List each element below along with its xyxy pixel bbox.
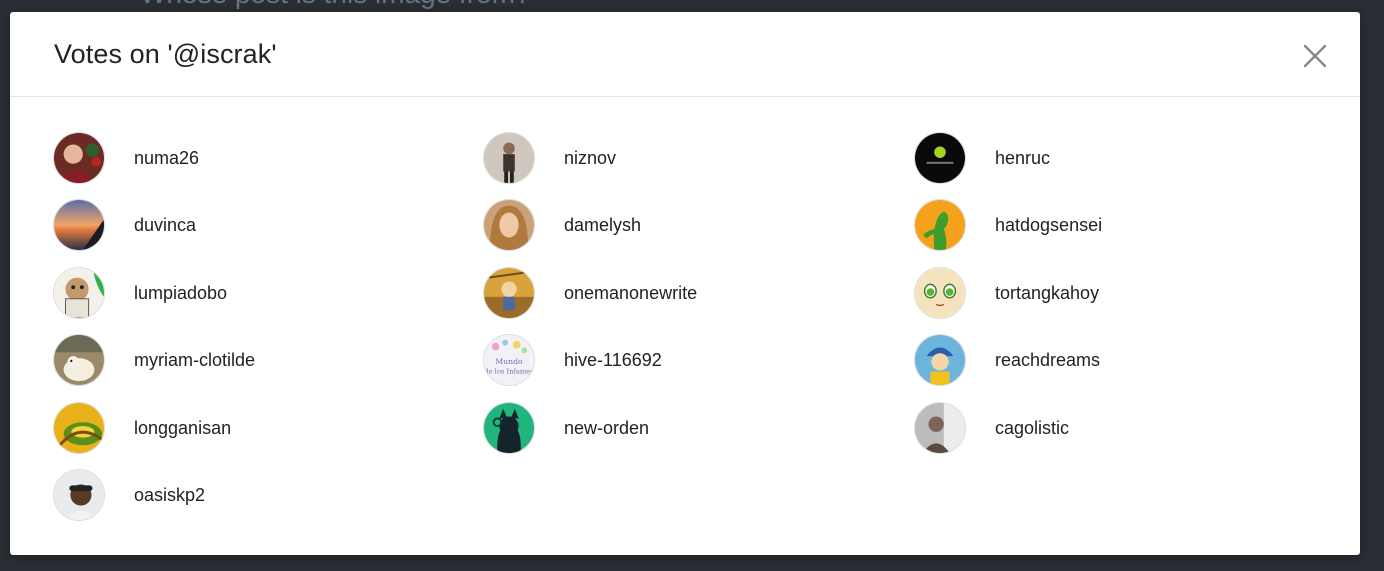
voter-name: damelysh <box>564 214 642 235</box>
voter-name: duvinca <box>134 214 197 235</box>
avatar <box>53 334 105 386</box>
avatar <box>483 402 535 454</box>
voter-item[interactable]: lumpiadobo <box>53 266 473 320</box>
avatar <box>914 267 966 319</box>
voter-item[interactable]: niznov <box>483 131 903 185</box>
voter-name: numa26 <box>134 147 200 168</box>
avatar <box>53 199 105 251</box>
voter-item[interactable]: longganisan <box>53 401 473 455</box>
voter-name: reachdreams <box>995 349 1101 370</box>
avatar <box>914 132 966 184</box>
voter-name: lumpiadobo <box>134 282 228 303</box>
voter-name: niznov <box>564 147 617 168</box>
avatar <box>483 199 535 251</box>
voter-item[interactable]: cagolistic <box>914 401 1334 455</box>
svg-text:de los Infames: de los Infames <box>484 367 534 375</box>
voter-name: hive-116692 <box>564 349 662 370</box>
voter-item[interactable]: tortangkahoy <box>914 266 1334 320</box>
close-button[interactable] <box>1300 41 1330 71</box>
close-icon <box>1303 44 1327 68</box>
voter-name: onemanonewrite <box>564 282 698 303</box>
voter-item[interactable]: new-orden <box>483 401 903 455</box>
background-page-title: Whose post is this image from? <box>140 0 531 10</box>
voter-name: myriam-clotilde <box>134 349 256 370</box>
voter-name: longganisan <box>134 417 232 438</box>
voter-name: henruc <box>995 147 1051 168</box>
voter-item[interactable]: oasiskp2 <box>53 468 473 522</box>
voter-name: hatdogsensei <box>995 214 1103 235</box>
avatar <box>483 267 535 319</box>
voter-item[interactable]: onemanonewrite <box>483 266 903 320</box>
avatar: Mundo de los Infames <box>483 334 535 386</box>
voter-name: new-orden <box>564 417 650 438</box>
avatar <box>483 132 535 184</box>
svg-text:Mundo: Mundo <box>495 357 523 366</box>
avatar <box>914 402 966 454</box>
avatar <box>53 402 105 454</box>
voter-item[interactable]: reachdreams <box>914 333 1334 387</box>
avatar <box>53 469 105 521</box>
voter-name: cagolistic <box>995 417 1070 438</box>
voter-name: oasiskp2 <box>134 484 206 505</box>
voter-item[interactable]: damelysh <box>483 198 903 252</box>
votes-modal: Votes on '@iscrak' numa26 duvinca lumpia… <box>10 12 1360 555</box>
avatar <box>914 199 966 251</box>
avatar <box>53 132 105 184</box>
voter-item[interactable]: hatdogsensei <box>914 198 1334 252</box>
voter-item[interactable]: numa26 <box>53 131 473 185</box>
voter-item[interactable]: henruc <box>914 131 1334 185</box>
modal-header: Votes on '@iscrak' <box>10 12 1360 97</box>
voter-name: tortangkahoy <box>995 282 1100 303</box>
voter-item[interactable]: myriam-clotilde <box>53 333 473 387</box>
avatar <box>53 267 105 319</box>
modal-title: Votes on '@iscrak' <box>54 39 277 69</box>
voter-item[interactable]: duvinca <box>53 198 473 252</box>
voters-list: numa26 duvinca lumpiadobo myriam-clotild… <box>53 131 1353 531</box>
avatar <box>914 334 966 386</box>
voter-item[interactable]: Mundo de los Infames hive-116692 <box>483 333 903 387</box>
